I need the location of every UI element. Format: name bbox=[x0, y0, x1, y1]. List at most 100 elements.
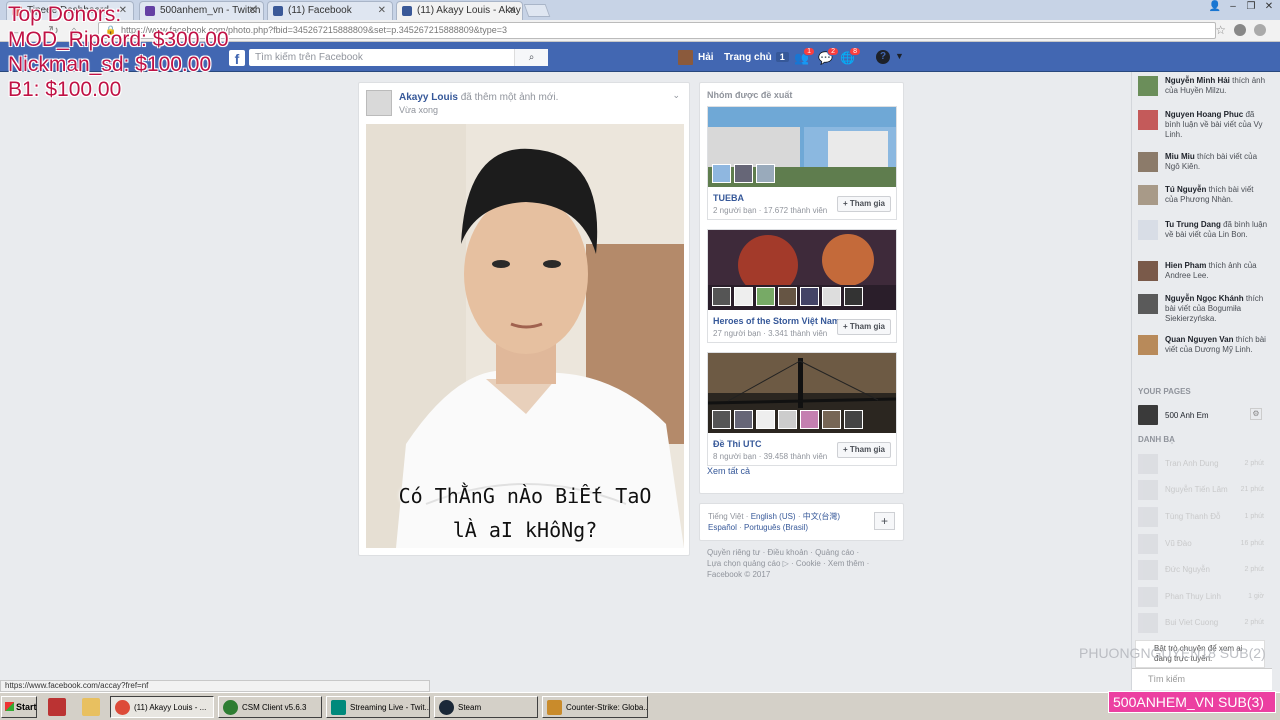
avatar bbox=[1138, 110, 1158, 130]
page-options-icon[interactable]: ⚙ bbox=[1250, 408, 1262, 420]
ticker-item[interactable]: Quan Nguyen Van thích bài viết của Dương… bbox=[1138, 335, 1268, 355]
avatar bbox=[1138, 152, 1158, 172]
group-name[interactable]: TUEBA bbox=[713, 193, 744, 203]
footer-links-line[interactable]: Quyền riêng tư · Điều khoản · Quảng cáo … bbox=[707, 547, 907, 558]
user-name: Hải bbox=[698, 52, 714, 63]
ticker-item[interactable]: Nguyễn Minh Hải thích ảnh của Huyền Milz… bbox=[1138, 76, 1268, 96]
menu-icon[interactable] bbox=[1254, 24, 1266, 36]
avatar bbox=[1138, 76, 1158, 96]
avatar bbox=[678, 50, 693, 65]
notifications-icon[interactable]: 🌐 8 bbox=[840, 47, 861, 65]
help-icon[interactable]: ? bbox=[876, 50, 890, 64]
more-languages-button[interactable]: + bbox=[874, 512, 895, 530]
your-pages-header: YOUR PAGES bbox=[1138, 387, 1191, 396]
search-placeholder: Tìm kiếm trên Facebook bbox=[255, 52, 363, 63]
donor-heading: Top Donors: bbox=[8, 3, 122, 26]
language-link[interactable]: English (US) bbox=[751, 512, 796, 521]
contact-item[interactable]: Phan Thuy Linh 1 giờ bbox=[1138, 587, 1268, 607]
author-avatar[interactable] bbox=[366, 90, 392, 116]
avatar bbox=[1138, 220, 1158, 240]
ticker-item[interactable]: Tu Trung Dang đã bình luận về bài viết c… bbox=[1138, 220, 1268, 240]
contact-item[interactable]: Vũ Đào 16 phút bbox=[1138, 534, 1268, 554]
browser-tab-facebook[interactable]: (11) Facebook ✕ bbox=[267, 1, 393, 20]
post-options-chevron-icon[interactable]: ⌄ bbox=[672, 90, 680, 101]
your-page-item[interactable]: 500 Anh Em ⚙ bbox=[1138, 405, 1262, 425]
ticker-item[interactable]: Nguyen Hoang Phuc đã bình luận về bài vi… bbox=[1138, 110, 1268, 140]
close-window-icon[interactable]: ✕ bbox=[1262, 1, 1276, 12]
ticker-item[interactable]: Tú Nguyễn thích bài viết của Phương Nhàn… bbox=[1138, 185, 1268, 205]
suggested-groups-panel: Nhóm được đề xuất TUEBA 2 người bạn · 17… bbox=[699, 82, 904, 494]
join-group-button[interactable]: + Tham gia bbox=[836, 319, 891, 335]
start-button[interactable]: Start bbox=[1, 696, 37, 718]
language-link[interactable]: Español bbox=[708, 523, 737, 532]
caption-line-1: Có ThẰnG nÀo BiẾt TaO bbox=[398, 484, 652, 508]
profile-link[interactable]: Hải bbox=[678, 50, 714, 65]
account-menu-caret-icon[interactable]: ▼ bbox=[895, 51, 904, 61]
group-name[interactable]: Đề Thi UTC bbox=[713, 439, 762, 449]
folder-icon[interactable] bbox=[82, 698, 100, 716]
csm-icon bbox=[223, 700, 238, 715]
donor-line: Nickman_sd: $100.00 bbox=[8, 53, 212, 76]
browser-tab-akayy-louis[interactable]: (11) Akayy Louis - Akay ✕ bbox=[396, 1, 523, 20]
windows-taskbar: Start (11) Akayy Louis - ... CSM Client … bbox=[0, 692, 1280, 720]
taskbar-streaming-button[interactable]: Streaming Live - Twit... bbox=[326, 696, 430, 718]
contact-item[interactable]: Tùng Thanh Đỗ 1 phút bbox=[1138, 507, 1268, 527]
search-icon[interactable]: ⌕ bbox=[514, 49, 548, 66]
author-name-link[interactable]: Akayy Louis bbox=[399, 92, 458, 103]
member-thumbnails bbox=[712, 164, 775, 183]
close-tab-icon[interactable]: ✕ bbox=[378, 5, 386, 16]
taskbar-csgo-button[interactable]: Counter-Strike: Globa... bbox=[542, 696, 648, 718]
language-selector: Tiếng Việt · English (US) · 中文(台灣) Españ… bbox=[699, 503, 904, 541]
maximize-icon[interactable]: ❐ bbox=[1244, 1, 1258, 12]
minimize-icon[interactable]: – bbox=[1226, 1, 1240, 12]
avatar bbox=[1138, 335, 1158, 355]
group-card: Heroes of the Storm Việt Nam 27 người bạ… bbox=[707, 229, 897, 343]
close-tab-icon[interactable]: ✕ bbox=[249, 5, 257, 16]
extension-icon[interactable] bbox=[1234, 24, 1246, 36]
bookmark-star-icon[interactable]: ☆ bbox=[1215, 23, 1226, 37]
language-link[interactable]: Português (Brasil) bbox=[744, 523, 808, 532]
streaming-icon bbox=[331, 700, 346, 715]
group-meta: 8 người bạn · 39.458 thành viên bbox=[713, 452, 828, 461]
messages-icon[interactable]: 💬 2 bbox=[818, 47, 839, 65]
home-count-badge: 1 bbox=[775, 52, 789, 62]
ticker-item[interactable]: Nguyễn Ngọc Khánh thích bài viết của Bog… bbox=[1138, 294, 1268, 324]
see-all-link[interactable]: Xem tất cả bbox=[707, 466, 750, 476]
group-name[interactable]: Heroes of the Storm Việt Nam bbox=[713, 316, 840, 326]
post-timestamp[interactable]: Vừa xong bbox=[399, 105, 438, 115]
contact-item[interactable]: Đức Nguyễn 2 phút bbox=[1138, 560, 1268, 580]
close-tab-icon[interactable]: ✕ bbox=[508, 5, 516, 16]
messages-badge: 2 bbox=[827, 47, 839, 56]
quick-launch-icon[interactable] bbox=[48, 698, 66, 716]
address-bar[interactable]: 🔒 https://www.facebook.com/photo.php?fbi… bbox=[98, 22, 1216, 39]
group-meta: 27 người bạn · 3.341 thành viên bbox=[713, 329, 828, 338]
post-photo[interactable]: Có ThẰnG nÀo BiẾt TaO lÀ aI kHôNg? bbox=[366, 124, 684, 548]
ticker-item[interactable]: Hien Pham thích ảnh của Andree Lee. bbox=[1138, 261, 1268, 281]
subscriber-badge: 500ANHEM_VN SUB(3) bbox=[1108, 691, 1276, 713]
donor-line: B1: $100.00 bbox=[8, 78, 122, 101]
contact-item[interactable]: Tran Anh Dung 2 phút bbox=[1138, 454, 1268, 474]
page-name: 500 Anh Em bbox=[1165, 410, 1209, 420]
taskbar-steam-button[interactable]: Steam bbox=[434, 696, 538, 718]
ticker-item[interactable]: Miu Miu thích bài viết của Ngô Kiên. bbox=[1138, 152, 1268, 172]
contact-item[interactable]: Nguyễn Tiến Lâm 21 phút bbox=[1138, 480, 1268, 500]
join-group-button[interactable]: + Tham gia bbox=[836, 442, 891, 458]
chat-search-input[interactable]: Tìm kiếm bbox=[1132, 668, 1272, 690]
new-tab-button[interactable] bbox=[523, 4, 551, 17]
group-meta: 2 người bạn · 17.672 thành viên bbox=[713, 206, 828, 215]
contact-item[interactable]: Bui Viet Cuong 2 phút bbox=[1138, 613, 1268, 633]
chrome-icon bbox=[115, 700, 130, 715]
profile-icon[interactable]: 👤 bbox=[1208, 1, 1222, 12]
friend-requests-icon[interactable]: 👥 1 bbox=[794, 47, 815, 65]
language-link[interactable]: 中文(台灣) bbox=[803, 512, 840, 521]
footer-links-line[interactable]: Lựa chọn quảng cáo ▷ · Cookie · Xem thêm… bbox=[707, 558, 907, 569]
facebook-search-input[interactable]: Tìm kiếm trên Facebook ⌕ bbox=[249, 49, 548, 66]
home-link[interactable]: Trang chủ 1 bbox=[724, 52, 789, 63]
avatar bbox=[1138, 454, 1158, 474]
taskbar-csm-button[interactable]: CSM Client v5.6.3 bbox=[218, 696, 322, 718]
join-group-button[interactable]: + Tham gia bbox=[836, 196, 891, 212]
facebook-logo-icon[interactable]: f bbox=[229, 50, 245, 67]
taskbar-chrome-button[interactable]: (11) Akayy Louis - ... bbox=[110, 696, 214, 718]
avatar bbox=[1138, 587, 1158, 607]
steam-icon bbox=[439, 700, 454, 715]
